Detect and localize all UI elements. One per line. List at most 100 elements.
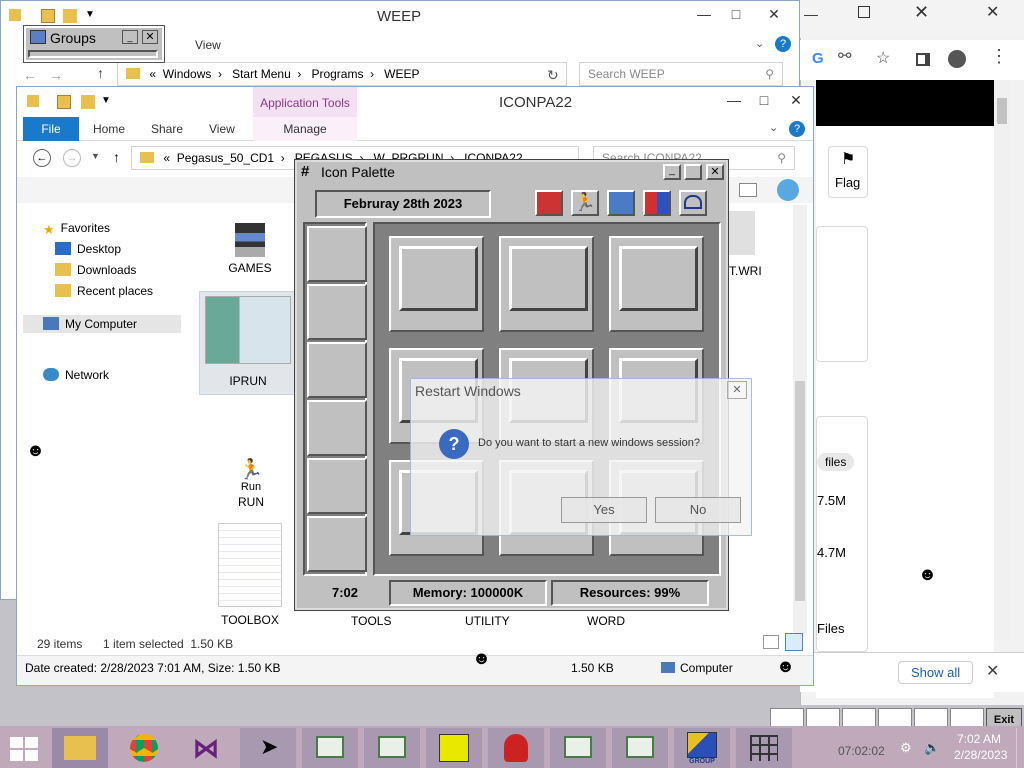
- nav-my-computer[interactable]: My Computer: [23, 315, 181, 333]
- close-icon[interactable]: ✕: [986, 661, 999, 681]
- taskbar-app[interactable]: [488, 728, 544, 768]
- control-icon[interactable]: [607, 190, 635, 216]
- nav-favorites[interactable]: ★ Favorites: [43, 219, 110, 237]
- taskbar-group[interactable]: GROUP: [674, 728, 730, 768]
- yes-button[interactable]: Yes: [561, 497, 647, 523]
- side-slot[interactable]: [307, 458, 367, 514]
- globe-icon[interactable]: [777, 179, 799, 201]
- properties-icon[interactable]: [57, 95, 71, 109]
- menu-icon[interactable]: ⋮: [990, 46, 1008, 67]
- network-icon[interactable]: ⚙: [900, 740, 912, 756]
- tab-share[interactable]: Share: [151, 117, 183, 141]
- close-icon[interactable]: ✕: [986, 2, 999, 22]
- minimize-button[interactable]: —: [687, 5, 721, 25]
- minimize-button[interactable]: —: [804, 6, 818, 22]
- help-icon[interactable]: ?: [789, 121, 805, 137]
- files-chip[interactable]: files: [817, 453, 855, 471]
- icon-slot[interactable]: [499, 236, 594, 332]
- side-slot[interactable]: [307, 400, 367, 456]
- no-button[interactable]: No: [655, 497, 741, 523]
- side-slot[interactable]: [307, 516, 367, 572]
- large-icons-view-icon[interactable]: [785, 633, 803, 651]
- nav-downloads[interactable]: Downloads: [55, 261, 136, 279]
- maximize-button[interactable]: □: [747, 91, 781, 111]
- search-input[interactable]: Search WEEP ⚲: [579, 62, 783, 86]
- taskbar-app[interactable]: [736, 728, 792, 768]
- taskbar-visual-studio[interactable]: ⋈: [178, 728, 234, 768]
- maximize-button[interactable]: □: [719, 5, 753, 25]
- show-all-button[interactable]: Show all: [898, 661, 974, 684]
- back-icon[interactable]: ←: [23, 67, 37, 83]
- side-slot[interactable]: [307, 342, 367, 398]
- file-label[interactable]: UTILITY: [465, 614, 510, 628]
- exit-icon[interactable]: [679, 190, 707, 216]
- start-button[interactable]: [10, 737, 38, 761]
- details-view-icon[interactable]: [763, 635, 779, 649]
- tab-manage[interactable]: Manage: [253, 117, 357, 141]
- chrome-scrollbar[interactable]: [994, 80, 1010, 640]
- forward-icon[interactable]: →: [49, 67, 63, 83]
- profile-icon[interactable]: [948, 50, 966, 68]
- nav-desktop[interactable]: Desktop: [55, 240, 121, 258]
- back-icon[interactable]: ←: [33, 149, 51, 167]
- dos-icon[interactable]: [535, 190, 563, 216]
- maximize-button[interactable]: [858, 6, 870, 18]
- tab-view[interactable]: View: [209, 117, 235, 141]
- new-folder-icon[interactable]: [81, 95, 95, 109]
- breadcrumb-item[interactable]: Programs: [311, 67, 363, 81]
- minimize-button[interactable]: _: [663, 164, 681, 180]
- close-button[interactable]: ✕: [757, 5, 791, 25]
- help-icon[interactable]: ?: [775, 36, 791, 52]
- taskbar-cursor-app[interactable]: ➤: [240, 728, 296, 768]
- file-label[interactable]: TOOLS: [351, 614, 391, 628]
- flag-button[interactable]: ⚑ Flag: [828, 146, 868, 198]
- clock[interactable]: 7:02 AM 2/28/2023: [954, 732, 1007, 762]
- minimize-button[interactable]: _: [122, 30, 138, 44]
- tab-view[interactable]: View: [195, 38, 221, 52]
- up-icon[interactable]: ↑: [113, 149, 120, 165]
- taskbar-chrome[interactable]: [116, 728, 172, 768]
- refresh-icon[interactable]: ↻: [547, 67, 559, 84]
- nav-recent[interactable]: Recent places: [55, 282, 153, 300]
- chevron-down-icon[interactable]: ▼: [85, 9, 95, 20]
- icon-slot[interactable]: [389, 236, 484, 332]
- breadcrumb-item[interactable]: Windows: [163, 67, 212, 81]
- file-scrollbar[interactable]: [793, 205, 807, 635]
- new-folder-icon[interactable]: [63, 9, 77, 23]
- close-button[interactable]: ✕: [779, 91, 813, 111]
- tab-home[interactable]: Home: [93, 117, 125, 141]
- tab-file[interactable]: File: [23, 117, 79, 141]
- properties-icon[interactable]: [41, 9, 55, 23]
- close-button[interactable]: ✕: [706, 164, 724, 180]
- volume-icon[interactable]: 🔈: [924, 740, 940, 756]
- taskbar-explorer[interactable]: [52, 728, 108, 768]
- taskbar-window[interactable]: [612, 728, 668, 768]
- file-toolbox[interactable]: TOOLBOX: [213, 523, 287, 627]
- groups-titlebar[interactable]: Groups _ ✕: [26, 28, 162, 48]
- icon-slot[interactable]: [609, 236, 704, 332]
- taskbar-window[interactable]: [302, 728, 358, 768]
- taskbar-app[interactable]: [426, 728, 482, 768]
- file-games[interactable]: GAMES: [219, 223, 281, 275]
- side-slot[interactable]: [307, 284, 367, 340]
- preview-pane-icon[interactable]: [739, 183, 757, 197]
- google-icon[interactable]: G: [812, 50, 824, 67]
- breadcrumb-item[interactable]: WEEP: [384, 67, 419, 81]
- maximize-button[interactable]: [684, 164, 702, 180]
- close-button[interactable]: ✕: [142, 30, 158, 44]
- up-icon[interactable]: ↑: [97, 65, 104, 81]
- chevron-down-icon[interactable]: ▼: [101, 95, 111, 106]
- taskbar-window[interactable]: [364, 728, 420, 768]
- file-label[interactable]: T.WRI: [729, 264, 762, 278]
- windows-icon[interactable]: [643, 190, 671, 216]
- chevron-down-icon[interactable]: ▼: [91, 151, 100, 161]
- run-icon[interactable]: 🏃: [571, 190, 599, 216]
- side-slot[interactable]: [307, 226, 367, 282]
- share-icon[interactable]: ⚯: [838, 46, 851, 66]
- taskbar-window[interactable]: [550, 728, 606, 768]
- breadcrumb-overflow[interactable]: «: [163, 151, 170, 165]
- file-run[interactable]: 🏃 Run RUN: [223, 459, 279, 509]
- star-icon[interactable]: ☆: [876, 48, 890, 68]
- file-iprun[interactable]: IPRUN: [199, 291, 297, 395]
- nav-network[interactable]: Network: [43, 366, 109, 384]
